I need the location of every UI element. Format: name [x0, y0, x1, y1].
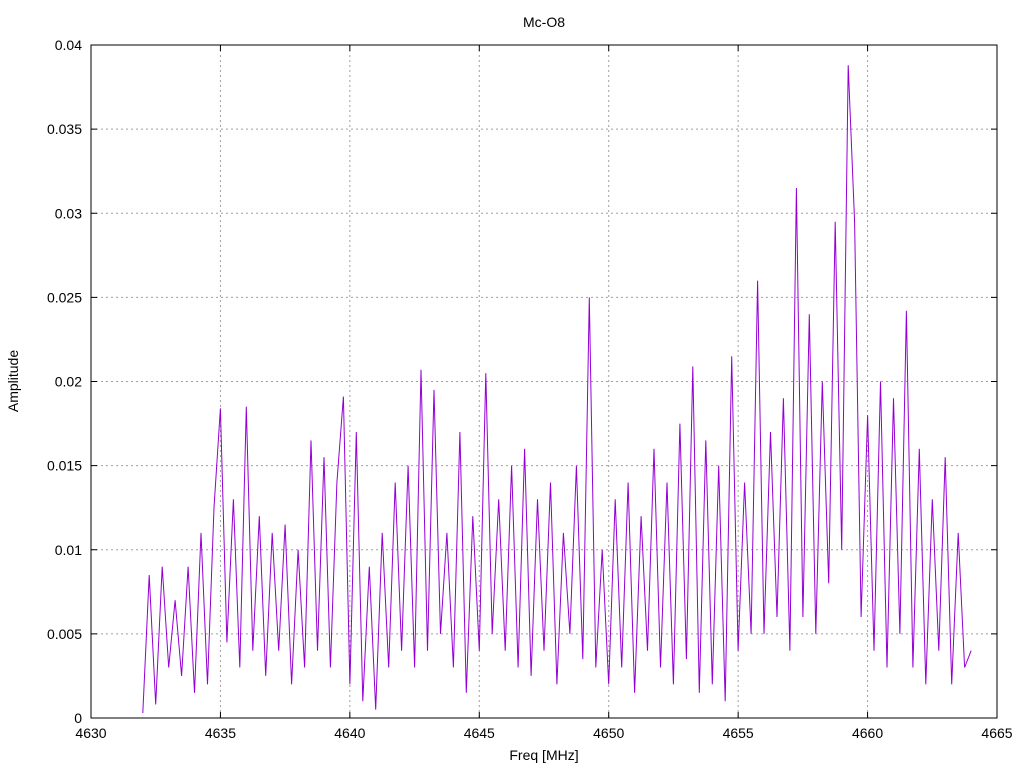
x-tick-label: 4630 [75, 725, 106, 741]
x-tick-label: 4640 [334, 725, 365, 741]
chart: 4630 4635 4640 4645 4650 4655 4660 4665 0 0.005 0.… [5, 14, 1013, 763]
x-tick-label: 4660 [852, 725, 883, 741]
x-axis-label: Freq [MHz] [509, 747, 578, 763]
x-tick-label: 4665 [981, 725, 1012, 741]
y-tick-label: 0.025 [47, 289, 82, 305]
x-tick-label: 4635 [205, 725, 236, 741]
y-tick-label: 0.015 [47, 458, 82, 474]
y-tick-label: 0.01 [55, 542, 82, 558]
x-tick-label: 4655 [723, 725, 754, 741]
x-tick-label: 4645 [464, 725, 495, 741]
x-tick-label: 4650 [593, 725, 624, 741]
y-axis-label: Amplitude [5, 350, 21, 412]
y-tick-label: 0 [74, 710, 82, 726]
y-tick-label: 0.03 [55, 205, 82, 221]
chart-title: Mc-O8 [523, 14, 565, 30]
y-tick-label: 0.02 [55, 374, 82, 390]
y-tick-label: 0.035 [47, 121, 82, 137]
grid [91, 45, 997, 718]
y-tick-label: 0.04 [55, 37, 82, 53]
y-tick-label: 0.005 [47, 626, 82, 642]
series-line [142, 65, 972, 714]
